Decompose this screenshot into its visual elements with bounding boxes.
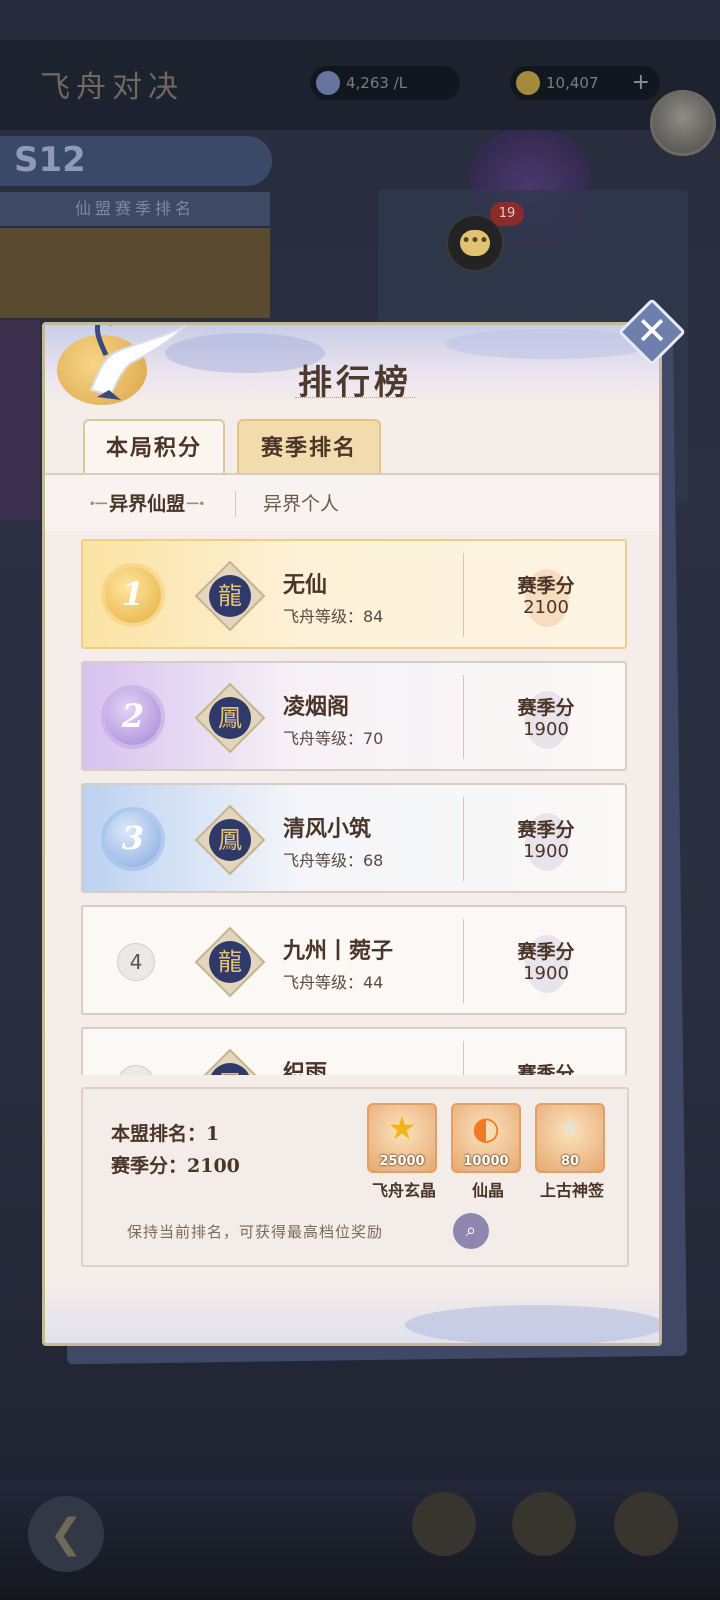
reward-item[interactable]: ✦ 80 上古神签 (535, 1103, 609, 1201)
ranking-row[interactable]: 3 鳳 清风小筑 飞舟等级：68 赛季分 1900 (81, 783, 627, 893)
background-left-panel (0, 228, 270, 318)
alliance-name: 九州丨菀子 (283, 938, 394, 964)
tab-season-rank[interactable]: 赛季排名 (237, 419, 381, 475)
reward-hint: 保持当前排名，可获得最高档位奖励 (127, 1223, 384, 1241)
rank-medal-purple: 2 (105, 689, 161, 745)
subtab-alliance[interactable]: 异界仙盟 (89, 489, 205, 516)
rank-number: 4 (117, 943, 155, 981)
alliance-emblem-icon: 鳳 (194, 804, 266, 876)
resource-counter-2: 10,407 + (510, 66, 660, 100)
row-divider (463, 553, 464, 637)
score-label: 赛季分 (517, 819, 575, 841)
row-divider (463, 797, 464, 881)
nav-slot-3 (610, 1492, 682, 1582)
alliance-level: 飞舟等级：44 (283, 973, 384, 992)
resource-1-icon (316, 71, 340, 95)
season-banner: S12 (0, 136, 272, 186)
resource-1-value: 4,263 /L (346, 74, 408, 92)
resource-counter-1: 4,263 /L (310, 66, 460, 100)
back-arrow-icon: ❮ (28, 1496, 104, 1572)
row-divider (463, 919, 464, 1003)
alliance-level: 飞舟等级：68 (283, 851, 384, 870)
score-value: 2100 (523, 597, 569, 618)
alliance-name: 清风小筑 (283, 816, 372, 842)
my-alliance-rank: 本盟排名：1 (111, 1123, 220, 1145)
rank-medal-blue: 3 (105, 811, 161, 867)
score-label: 赛季分 (517, 575, 575, 597)
ranking-list[interactable]: 1 龍 无仙 飞舟等级：84 赛季分 2100 2 鳳 凌烟阁 飞舟等级：70 … (81, 537, 629, 1075)
subtab-bar: 异界仙盟 异界个人 (45, 475, 659, 531)
reward-name: 仙晶 (471, 1181, 504, 1200)
close-icon[interactable]: ✕ (628, 308, 676, 356)
rank-medal-gold: 1 (105, 567, 161, 623)
alliance-name: 无仙 (283, 572, 328, 598)
leaderboard-modal: 排行榜 本局积分 赛季排名 异界仙盟 异界个人 1 龍 无仙 飞舟等级：84 赛… (42, 322, 662, 1346)
reward-count: 10000 (463, 1154, 509, 1169)
alliance-name: 织雨 (283, 1060, 328, 1075)
score-value: 1900 (523, 841, 569, 862)
nav-slot-2 (508, 1492, 580, 1582)
resource-2-icon (516, 71, 540, 95)
chat-bubble-icon: ••• (460, 230, 490, 256)
ranking-row[interactable]: 4 龍 九州丨菀子 飞舟等级：44 赛季分 1900 (81, 905, 627, 1015)
player-avatar (650, 90, 716, 156)
alliance-emblem-icon: 鳳 (194, 682, 266, 754)
subtab-divider (235, 491, 236, 517)
alliance-name: 凌烟阁 (283, 694, 350, 720)
reward-name: 上古神签 (539, 1181, 604, 1200)
resource-2-plus-icon: + (631, 70, 650, 95)
resource-2-value: 10,407 (546, 74, 599, 92)
ranking-row[interactable]: 5 鳳 织雨 赛季分 (81, 1027, 627, 1075)
ancient-scroll-icon: ✦ 80 (535, 1103, 605, 1173)
alliance-emblem-icon: 鳳 (194, 1048, 266, 1075)
alliance-level: 飞舟等级：84 (283, 607, 384, 626)
season-code: S12 (14, 140, 86, 180)
rank-number: 5 (117, 1065, 155, 1075)
background-left-panel-header: 仙盟赛季排名 (0, 192, 270, 226)
title-ornament (295, 397, 415, 401)
score-label: 赛季分 (517, 941, 575, 963)
score-value: 1900 (523, 963, 569, 984)
score-value: 1900 (523, 719, 569, 740)
magnifier-icon[interactable]: ⌕ (453, 1213, 489, 1249)
row-divider (463, 1041, 464, 1075)
subtab-personal[interactable]: 异界个人 (263, 489, 339, 516)
ranking-row[interactable]: 2 鳳 凌烟阁 飞舟等级：70 赛季分 1900 (81, 661, 627, 771)
alliance-emblem-icon: 龍 (194, 926, 266, 998)
reward-item[interactable]: ★ 25000 飞舟玄晶 (367, 1103, 441, 1201)
background-side-strip (0, 320, 40, 520)
reward-count: 80 (560, 1154, 580, 1169)
ranking-row[interactable]: 1 龍 无仙 飞舟等级：84 赛季分 2100 (81, 539, 627, 649)
bottom-cloud-decoration (405, 1305, 659, 1343)
score-label: 赛季分 (517, 697, 575, 719)
score-label: 赛季分 (517, 1063, 575, 1075)
reward-item[interactable]: ◐ 10000 仙晶 (451, 1103, 525, 1201)
my-alliance-panel: 本盟排名：1 赛季分：2100 ★ 25000 飞舟玄晶 ◐ 10000 仙晶 … (81, 1087, 629, 1267)
chat-badge: 19 (490, 202, 524, 226)
reward-count: 25000 (379, 1154, 425, 1169)
star-crystal-icon: ★ 25000 (367, 1103, 437, 1173)
reward-name: 飞舟玄晶 (371, 1181, 436, 1200)
background-title: 飞舟对决 (40, 70, 184, 105)
alliance-level: 飞舟等级：70 (283, 729, 384, 748)
alliance-emblem-icon: 龍 (194, 560, 266, 632)
flame-crystal-icon: ◐ 10000 (451, 1103, 521, 1173)
nav-slot-1 (408, 1492, 480, 1582)
my-alliance-score: 赛季分：2100 (111, 1155, 240, 1177)
tab-round-score[interactable]: 本局积分 (83, 419, 225, 475)
row-divider (463, 675, 464, 759)
